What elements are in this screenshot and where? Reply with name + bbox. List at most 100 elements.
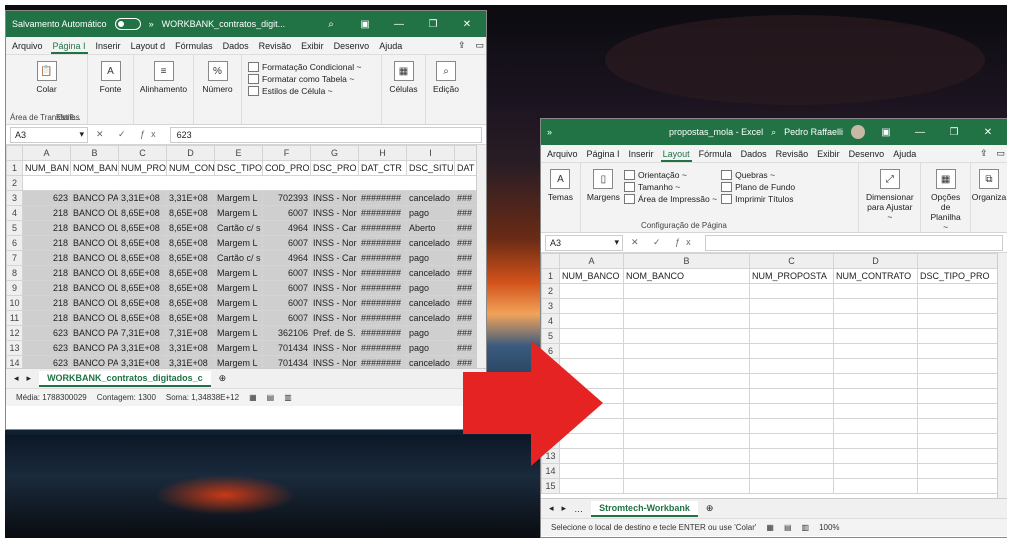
header-cell[interactable]: NUM_CON [166,160,215,176]
sheet-tab-workbank[interactable]: WORKBANK_contratos_digitados_c [39,370,211,387]
data-cell[interactable] [749,388,834,404]
data-cell[interactable] [749,343,834,359]
header-cell[interactable]: DSC_TIPO [214,160,263,176]
data-cell[interactable]: 3,31E+08 [166,190,215,206]
menu-inserir[interactable]: Inserir [627,149,656,162]
next-sheet-icon[interactable]: ▸ [562,503,567,514]
data-cell[interactable] [749,433,834,449]
data-cell[interactable]: pago [406,250,455,266]
data-cell[interactable]: 8,65E+08 [166,265,215,281]
share-icon[interactable]: ⇪ [978,148,990,162]
data-cell[interactable]: ######## [358,235,407,251]
size-button[interactable]: Tamanho ~ [623,182,680,192]
data-cell[interactable] [833,388,918,404]
restore-button[interactable]: ❐ [420,19,446,30]
data-cell[interactable]: 218 [22,250,71,266]
data-cell[interactable]: ######## [358,250,407,266]
row-header[interactable]: 12 [6,325,23,341]
data-cell[interactable]: 6007 [262,280,311,296]
data-cell[interactable] [749,358,834,374]
data-cell[interactable]: cancelado [406,265,455,281]
arrange-icon[interactable]: ⧉ [979,169,999,189]
minimize-button[interactable]: — [386,19,412,30]
menu-formulas[interactable]: Fórmula [697,149,734,162]
header-cell[interactable]: COD_PRO [262,160,311,176]
page-break-icon[interactable]: ▥ [284,393,292,402]
data-cell[interactable] [833,313,918,329]
data-cell[interactable]: 8,65E+08 [118,235,167,251]
data-cell[interactable]: ######## [358,265,407,281]
column-header[interactable]: F [262,145,311,161]
data-cell[interactable]: Margem L [214,205,263,221]
data-cell[interactable]: 3,31E+08 [118,340,167,356]
data-cell[interactable]: 8,65E+08 [118,295,167,311]
data-cell[interactable] [749,448,834,464]
user-name[interactable]: Pedro Raffaelli [784,127,843,137]
data-cell[interactable]: pago [406,325,455,341]
formula-input[interactable]: 623 [169,126,482,143]
data-cell[interactable]: ######## [358,205,407,221]
conditional-formatting-button[interactable]: Formatação Condicional ~ [248,62,361,72]
chevron-icon[interactable]: » [547,127,552,137]
corner-cell[interactable] [6,145,23,161]
menu-ajuda[interactable]: Ajuda [377,41,404,54]
zoom-level[interactable]: 100% [819,523,839,532]
row-header[interactable]: 10 [6,295,23,311]
fx-icon[interactable]: ✕ ✓ ƒx [88,129,170,140]
data-cell[interactable] [917,388,1000,404]
data-cell[interactable]: 8,65E+08 [166,220,215,236]
column-header[interactable] [917,253,1000,269]
scale-button[interactable]: Dimensionar para Ajustar ~ [865,192,914,222]
data-cell[interactable] [917,403,1000,419]
column-header[interactable]: D [833,253,918,269]
chevron-icon[interactable]: » [149,19,154,29]
data-cell[interactable]: 8,65E+08 [118,280,167,296]
menu-arquivo[interactable]: Arquivo [545,149,580,162]
data-cell[interactable]: 3,31E+08 [166,340,215,356]
data-cell[interactable]: 362106 [262,325,311,341]
data-cell[interactable] [917,448,1000,464]
data-cell[interactable] [623,388,750,404]
data-cell[interactable]: 6007 [262,310,311,326]
data-cell[interactable]: 8,65E+08 [166,310,215,326]
data-cell[interactable] [623,448,750,464]
data-cell[interactable] [833,418,918,434]
row-header[interactable]: 9 [6,280,23,296]
margins-button[interactable]: ▯ Margens [587,169,620,202]
data-cell[interactable]: ######## [358,280,407,296]
data-cell[interactable]: INSS - Nor [310,205,359,221]
data-cell[interactable] [833,298,918,314]
data-cell[interactable] [559,478,624,494]
menu-ajuda[interactable]: Ajuda [891,149,918,162]
data-cell[interactable]: INSS - Nor [310,190,359,206]
data-cell[interactable] [917,418,1000,434]
cells-icon[interactable]: ▦ [393,61,414,81]
data-cell[interactable] [917,298,1000,314]
row-header[interactable]: 4 [541,313,560,329]
data-cell[interactable]: INSS - Car [310,250,359,266]
vertical-scrollbar[interactable] [997,253,1007,498]
data-cell[interactable]: 8,65E+08 [118,265,167,281]
data-cell[interactable]: 702393 [262,190,311,206]
data-cell[interactable]: BANCO PA [70,340,119,356]
close-button[interactable]: ✕ [454,19,480,30]
formula-input[interactable] [704,234,1003,251]
data-cell[interactable] [833,403,918,419]
data-cell[interactable]: Cartão c/ s [214,220,263,236]
share-icon[interactable]: ⇪ [456,40,468,54]
orientation-button[interactable]: Orientação ~ [623,170,687,180]
menu-inserir[interactable]: Inserir [94,41,123,54]
data-cell[interactable] [833,373,918,389]
data-cell[interactable] [623,343,750,359]
column-header[interactable]: A [22,145,71,161]
page-layout-icon[interactable]: ▤ [784,523,792,532]
data-cell[interactable]: ######## [358,325,407,341]
name-box[interactable]: A3 ▾ [10,126,88,143]
normal-view-icon[interactable]: ▦ [766,523,774,532]
data-cell[interactable]: 3,31E+08 [118,355,167,368]
data-cell[interactable]: BANCO OL [70,310,119,326]
comments-icon[interactable]: ▭ [473,40,486,54]
empty-row[interactable] [22,175,486,191]
font-icon[interactable]: A [100,61,121,81]
data-cell[interactable] [917,343,1000,359]
